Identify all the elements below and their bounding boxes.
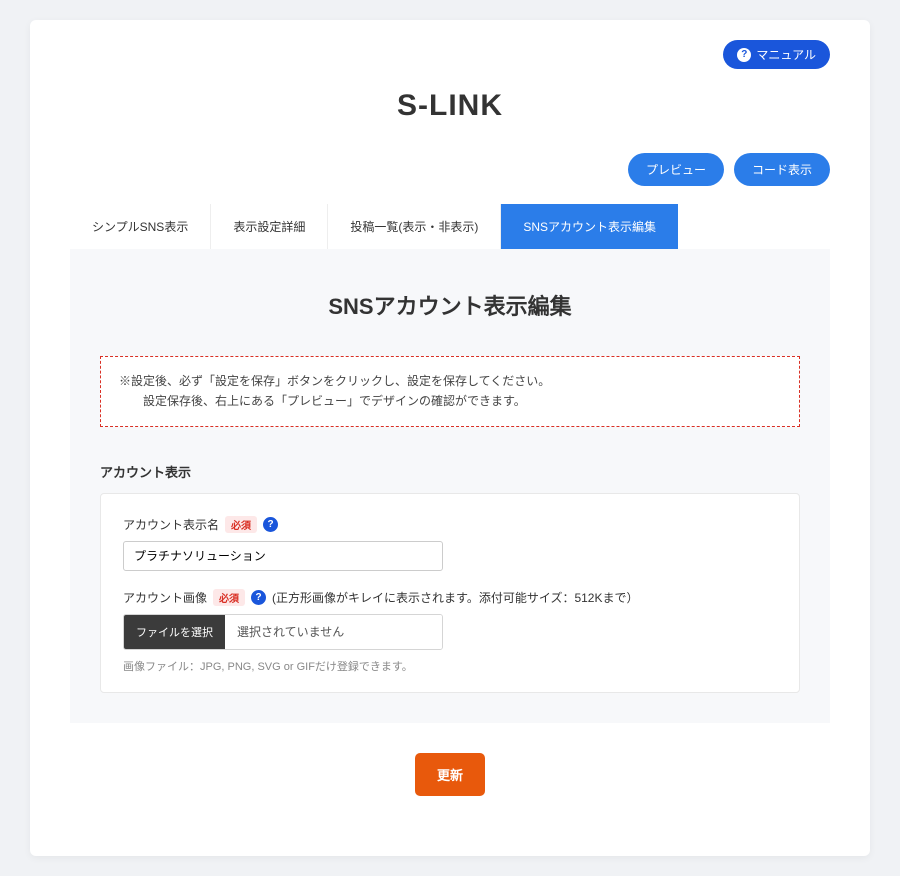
- tab-display-settings[interactable]: 表示設定詳細: [211, 204, 328, 249]
- submit-row: 更新: [70, 753, 830, 796]
- field-label-row: アカウント画像 必須 ? (正方形画像がキレイに表示されます。添付可能サイズ：5…: [123, 589, 777, 606]
- help-icon[interactable]: ?: [251, 590, 266, 605]
- file-formats-hint: 画像ファイル：JPG, PNG, SVG or GIFだけ登録できます。: [123, 658, 777, 674]
- file-select-button[interactable]: ファイルを選択: [124, 615, 225, 649]
- required-badge: 必須: [225, 516, 257, 533]
- preview-button[interactable]: プレビュー: [628, 153, 724, 186]
- account-image-field: アカウント画像 必須 ? (正方形画像がキレイに表示されます。添付可能サイズ：5…: [123, 589, 777, 674]
- update-button[interactable]: 更新: [415, 753, 485, 796]
- tab-sns-account-edit[interactable]: SNSアカウント表示編集: [501, 204, 678, 249]
- help-icon[interactable]: ?: [263, 517, 278, 532]
- manual-button[interactable]: ? マニュアル: [723, 40, 830, 69]
- preview-button-label: プレビュー: [646, 161, 706, 178]
- required-badge: 必須: [213, 589, 245, 606]
- file-select-button-label: ファイルを選択: [136, 627, 213, 639]
- tab-post-list[interactable]: 投稿一覧(表示・非表示): [328, 204, 501, 249]
- action-row: プレビュー コード表示: [70, 153, 830, 186]
- top-row: ? マニュアル: [70, 40, 830, 69]
- tab-bar: シンプルSNS表示 表示設定詳細 投稿一覧(表示・非表示) SNSアカウント表示…: [70, 204, 830, 249]
- panel-title: SNSアカウント表示編集: [100, 289, 800, 321]
- tab-label: SNSアカウント表示編集: [523, 220, 656, 234]
- account-name-label: アカウント表示名: [123, 516, 219, 533]
- code-view-button[interactable]: コード表示: [734, 153, 830, 186]
- tab-label: 投稿一覧(表示・非表示): [350, 220, 478, 234]
- account-image-label: アカウント画像: [123, 589, 207, 606]
- main-card: ? マニュアル S-LINK プレビュー コード表示 シンプルSNS表示 表示設…: [30, 20, 870, 856]
- manual-button-label: マニュアル: [756, 46, 816, 63]
- tab-label: 表示設定詳細: [233, 220, 305, 234]
- account-name-field: アカウント表示名 必須 ?: [123, 516, 777, 571]
- account-name-input[interactable]: [123, 541, 443, 571]
- app-logo: S-LINK: [70, 89, 830, 123]
- file-status: 選択されていません: [225, 615, 442, 649]
- section-label: アカウント表示: [100, 462, 800, 481]
- notice-line: 設定保存後、右上にある「プレビュー」でデザインの確認ができます。: [119, 391, 781, 411]
- notice-line: ※設定後、必ず「設定を保存」ボタンをクリックし、設定を保存してください。: [119, 371, 781, 391]
- tab-label: シンプルSNS表示: [92, 220, 188, 234]
- code-view-button-label: コード表示: [752, 161, 812, 178]
- image-size-hint: (正方形画像がキレイに表示されます。添付可能サイズ：512Kまで）: [272, 589, 638, 606]
- panel: SNSアカウント表示編集 ※設定後、必ず「設定を保存」ボタンをクリックし、設定を…: [70, 249, 830, 723]
- file-picker: ファイルを選択 選択されていません: [123, 614, 443, 650]
- help-icon: ?: [737, 48, 751, 62]
- field-label-row: アカウント表示名 必須 ?: [123, 516, 777, 533]
- notice-box: ※設定後、必ず「設定を保存」ボタンをクリックし、設定を保存してください。 設定保…: [100, 356, 800, 427]
- account-form: アカウント表示名 必須 ? アカウント画像 必須 ? (正方形画像がキレイに表示…: [100, 493, 800, 693]
- update-button-label: 更新: [437, 768, 463, 783]
- tab-simple-sns[interactable]: シンプルSNS表示: [70, 204, 211, 249]
